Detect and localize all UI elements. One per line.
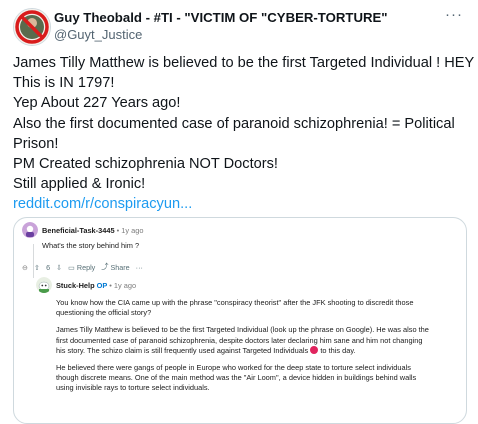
comment-username: Beneficial-Task-3445 • 1y ago	[42, 226, 143, 235]
tweet-line: Still applied & Ironic!	[13, 176, 146, 193]
comment-line: using invisible rays to torture select i…	[56, 383, 210, 393]
embedded-screenshot[interactable]: Beneficial-Task-3445 • 1y ago What's the…	[13, 217, 467, 424]
no-symbol-avatar-icon	[14, 9, 50, 45]
comment-fragment: to this day.	[320, 345, 356, 355]
comment-time: • 1y ago	[109, 281, 137, 290]
display-name-row[interactable]: Guy Theobald - #TI - "VICTIM OF "CYBER-T…	[54, 9, 444, 27]
comment-line: his story. The schizo claim is still fre…	[56, 345, 429, 356]
profile-avatar[interactable]	[13, 8, 51, 46]
op-comment-text: You know how the CIA came up with the ph…	[56, 298, 429, 394]
vote-count: 6	[46, 262, 51, 272]
tweet-line: Also the first documented case of parano…	[13, 115, 455, 132]
reddit-link[interactable]: reddit.com/r/conspiracyun...	[13, 194, 473, 214]
downvote-icon: ⇩	[56, 262, 63, 272]
comment-line: questioning the official story?	[56, 308, 152, 318]
comment-time: • 1y ago	[116, 226, 144, 235]
comment-more-icon: ···	[135, 262, 143, 272]
op-avatar	[36, 277, 52, 293]
comment-line: What's the story behind him ?	[42, 241, 140, 250]
comment-line: He believed there were gangs of people i…	[56, 363, 411, 373]
thread-line	[33, 244, 34, 278]
comment-line: though discrete means. One of the main m…	[56, 373, 417, 383]
reddit-snoo-avatar-icon	[36, 277, 52, 293]
comment-line: You know how the CIA came up with the ph…	[56, 298, 414, 307]
display-name[interactable]: Guy Theobald - #TI - "VICTIM OF "CYBER-T…	[54, 10, 388, 25]
comment-line: James Tilly Matthew is believed to be th…	[56, 325, 429, 335]
tweet-line: Yep About 227 Years ago!	[13, 95, 181, 112]
target-emoji-icon	[310, 345, 319, 354]
more-options-icon[interactable]: ···	[445, 6, 463, 23]
reply-label: Reply	[76, 262, 96, 272]
share-button: ⤴ Share	[101, 262, 129, 272]
upvote-icon: ⇧	[34, 262, 41, 272]
comment-actions: ⊖ ⇧ 6 ⇩ ▭ Reply ⤴ Share ···	[22, 262, 143, 272]
tweet-line: James Tilly Matthew is believed to be th…	[13, 55, 475, 71]
username: Beneficial-Task-3445	[42, 226, 115, 235]
comment-line: first documented case of paranoid schizo…	[56, 335, 423, 345]
user-handle[interactable]: @Guyt_Justice	[54, 27, 142, 42]
commenter-avatar	[22, 222, 38, 238]
username: Stuck-Help	[56, 281, 95, 290]
reply-icon: ▭	[68, 262, 75, 272]
comment-fragment: his story. The schizo claim is still fre…	[56, 345, 309, 355]
tweet-line: PM Created schizophrenia NOT Doctors!	[13, 156, 278, 173]
comment-text: What's the story behind him ?	[42, 241, 139, 251]
share-icon: ⤴	[101, 262, 109, 271]
tweet-text: James Tilly Matthew is believed to be th…	[13, 53, 475, 215]
share-label: Share	[110, 262, 130, 272]
reddit-avatar-icon	[22, 222, 38, 238]
op-badge: OP	[96, 281, 108, 290]
tweet-line: Prison!	[13, 135, 59, 152]
collapse-icon: ⊖	[22, 262, 29, 272]
reply-button: ▭ Reply	[68, 263, 95, 272]
tweet-line: This is IN 1797!	[13, 75, 115, 92]
op-username: Stuck-Help OP • 1y ago	[56, 281, 136, 290]
